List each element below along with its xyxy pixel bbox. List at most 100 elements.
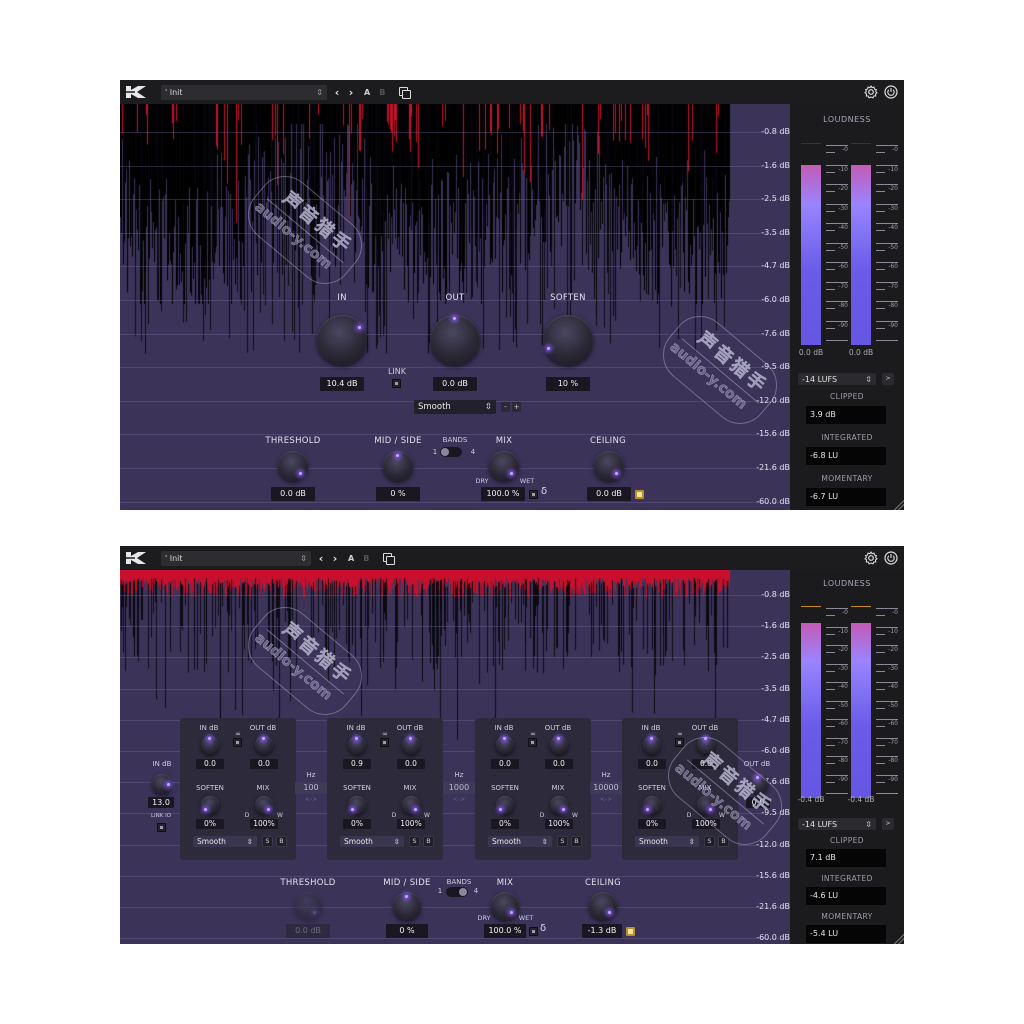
band-out-value[interactable]: 0.0 (397, 759, 425, 769)
global-in-knob[interactable] (152, 774, 172, 794)
gear-icon[interactable] (864, 550, 878, 565)
soften-knob[interactable] (543, 315, 593, 365)
band-mix-knob[interactable] (255, 796, 273, 814)
curve-dropdown[interactable]: Smooth ⇳ (414, 400, 496, 414)
crossover-frequency[interactable]: 10000 (590, 782, 622, 794)
band-soften-value[interactable]: 0% (491, 819, 519, 829)
band-soften-value[interactable]: 0% (343, 819, 371, 829)
ceiling-value[interactable]: 0.0 dB (587, 487, 631, 501)
link-toggle[interactable] (392, 379, 401, 388)
delta-toggle[interactable] (529, 490, 538, 499)
delta-toggle[interactable] (529, 927, 538, 936)
lufs-apply-button[interactable]: > (882, 818, 894, 830)
resize-handle[interactable] (894, 500, 904, 510)
band-io-link-toggle[interactable] (528, 738, 537, 747)
preset-selector[interactable]: ' Init ⇳ (161, 550, 311, 566)
gear-icon[interactable] (864, 84, 878, 99)
band-io-link-toggle[interactable] (233, 738, 242, 747)
band-soften-knob[interactable] (201, 796, 219, 814)
band-mix-value[interactable]: 100% (397, 819, 425, 829)
band-out-knob[interactable] (550, 736, 568, 754)
curve-minus-button[interactable]: - (501, 402, 510, 412)
copy-icon[interactable] (383, 553, 396, 565)
band-in-knob[interactable] (643, 736, 661, 754)
true-peak-toggle[interactable] (635, 490, 644, 499)
mix-value[interactable]: 100.0 % (481, 487, 525, 501)
crossover-frequency[interactable]: 100 (295, 782, 327, 794)
band-solo-button[interactable]: S (557, 836, 568, 847)
ab-compare-b-button[interactable]: B (363, 554, 369, 563)
threshold-value[interactable]: 0.0 dB (286, 924, 330, 938)
next-preset-button[interactable]: › (331, 552, 339, 565)
lufs-apply-button[interactable]: > (882, 373, 894, 385)
band-soften-value[interactable]: 0% (196, 819, 224, 829)
band-curve-dropdown[interactable]: Smooth ⇳ (193, 836, 257, 847)
threshold-knob[interactable] (294, 892, 322, 920)
band-curve-dropdown[interactable]: Smooth ⇳ (635, 836, 699, 847)
mix-knob[interactable] (491, 892, 519, 920)
mix-knob[interactable] (489, 451, 519, 481)
threshold-value[interactable]: 0.0 dB (271, 487, 315, 501)
band-soften-knob[interactable] (348, 796, 366, 814)
band-out-value[interactable]: 0.0 (545, 759, 573, 769)
band-soften-knob[interactable] (496, 796, 514, 814)
midside-value[interactable]: 0 % (376, 487, 420, 501)
previous-preset-button[interactable]: ‹ (333, 86, 341, 99)
band-in-knob[interactable] (201, 736, 219, 754)
band-bypass-button[interactable]: B (571, 836, 582, 847)
band-in-value[interactable]: 0.0 (638, 759, 666, 769)
band-solo-button[interactable]: S (704, 836, 715, 847)
bands-toggle[interactable] (440, 447, 462, 457)
out-knob[interactable] (430, 315, 480, 365)
band-curve-dropdown[interactable]: Smooth ⇳ (340, 836, 404, 847)
power-icon[interactable] (884, 84, 898, 99)
preset-selector[interactable]: ' Init ⇳ (161, 84, 327, 100)
band-out-knob[interactable] (402, 736, 420, 754)
band-io-link-toggle[interactable] (380, 738, 389, 747)
crossover-frequency[interactable]: 1000 (443, 782, 475, 794)
midside-knob[interactable] (383, 451, 413, 481)
ceiling-knob[interactable] (589, 892, 617, 920)
band-out-knob[interactable] (255, 736, 273, 754)
ceiling-knob[interactable] (594, 451, 624, 481)
band-solo-button[interactable]: S (262, 836, 273, 847)
link-io-toggle[interactable] (157, 823, 166, 832)
band-soften-knob[interactable] (643, 796, 661, 814)
bands-toggle[interactable] (446, 887, 468, 897)
in-value[interactable]: 10.4 dB (320, 377, 364, 391)
band-io-link-toggle[interactable] (675, 738, 684, 747)
crossover-link-icon[interactable]: <-> (592, 796, 620, 803)
global-in-value[interactable]: 13.0 (148, 797, 174, 808)
band-bypass-button[interactable]: B (423, 836, 434, 847)
true-peak-toggle[interactable] (626, 927, 635, 936)
next-preset-button[interactable]: › (347, 86, 355, 99)
ceiling-value[interactable]: -1.3 dB (582, 924, 622, 938)
band-mix-knob[interactable] (550, 796, 568, 814)
band-in-knob[interactable] (496, 736, 514, 754)
ab-compare-b-button[interactable]: B (379, 88, 385, 97)
ab-compare-a-button[interactable]: A (364, 88, 370, 97)
band-mix-knob[interactable] (402, 796, 420, 814)
soften-value[interactable]: 10 % (546, 377, 590, 391)
mix-value[interactable]: 100.0 % (484, 924, 526, 938)
copy-icon[interactable] (399, 87, 412, 99)
band-mix-value[interactable]: 100% (250, 819, 278, 829)
power-icon[interactable] (884, 550, 898, 565)
crossover-link-icon[interactable]: <-> (445, 796, 473, 803)
midside-knob[interactable] (393, 892, 421, 920)
band-in-knob[interactable] (348, 736, 366, 754)
band-soften-value[interactable]: 0% (638, 819, 666, 829)
ab-compare-a-button[interactable]: A (348, 554, 354, 563)
curve-plus-button[interactable]: + (512, 402, 521, 412)
crossover-link-icon[interactable]: <-> (297, 796, 325, 803)
resize-handle[interactable] (894, 934, 904, 944)
previous-preset-button[interactable]: ‹ (317, 552, 325, 565)
in-knob[interactable] (317, 315, 367, 365)
band-curve-dropdown[interactable]: Smooth ⇳ (488, 836, 552, 847)
band-in-value[interactable]: 0.9 (343, 759, 371, 769)
band-in-value[interactable]: 0.0 (491, 759, 519, 769)
band-bypass-button[interactable]: B (276, 836, 287, 847)
lufs-target-dropdown[interactable]: -14 LUFS ⇳ (798, 373, 876, 385)
band-in-value[interactable]: 0.0 (196, 759, 224, 769)
band-mix-value[interactable]: 100% (545, 819, 573, 829)
